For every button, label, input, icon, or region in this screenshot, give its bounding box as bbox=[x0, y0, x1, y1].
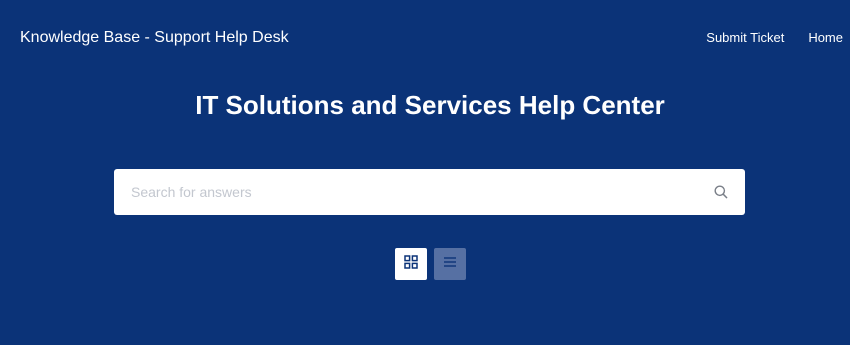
search-box bbox=[114, 169, 745, 215]
search-input[interactable] bbox=[114, 169, 694, 215]
list-view-icon bbox=[443, 255, 457, 273]
site-header: Knowledge Base - Support Help Desk Submi… bbox=[0, 0, 850, 76]
search-icon[interactable] bbox=[713, 184, 729, 200]
view-toggle bbox=[395, 248, 466, 280]
nav-home[interactable]: Home bbox=[808, 30, 843, 46]
list-view-button[interactable] bbox=[434, 248, 466, 280]
page-title: IT Solutions and Services Help Center bbox=[195, 90, 665, 120]
grid-view-button[interactable] bbox=[395, 248, 427, 280]
nav-submit-ticket[interactable]: Submit Ticket bbox=[706, 30, 784, 46]
grid-view-icon bbox=[404, 254, 418, 274]
site-title-link[interactable]: Knowledge Base - Support Help Desk bbox=[20, 28, 289, 48]
header-nav: Submit Ticket Home bbox=[706, 30, 843, 46]
